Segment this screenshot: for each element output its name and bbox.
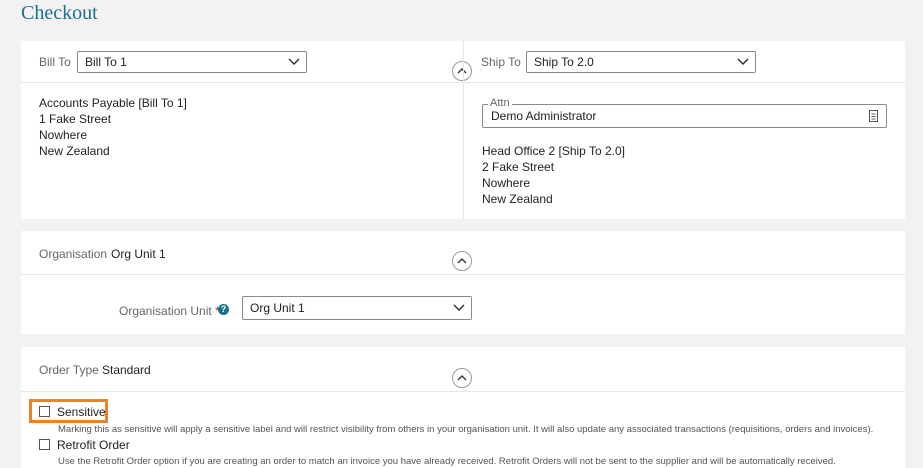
organisation-label: Organisation bbox=[39, 247, 108, 261]
bill-to-address-line: 1 Fake Street bbox=[39, 112, 112, 126]
chevron-down-icon bbox=[453, 304, 465, 312]
order-type-label: Order Type bbox=[39, 363, 99, 377]
order-type-panel: Order Type Standard Sensitive Marking th… bbox=[21, 347, 905, 468]
attn-value: Demo Administrator bbox=[491, 109, 597, 123]
sensitive-label[interactable]: Sensitive bbox=[57, 405, 106, 419]
bill-to-label: Bill To bbox=[39, 55, 71, 69]
bill-to-address-line: Nowhere bbox=[39, 128, 88, 142]
contact-card-icon[interactable] bbox=[869, 110, 878, 122]
ship-to-select[interactable]: Ship To 2.0 bbox=[526, 51, 756, 73]
organisation-unit-select[interactable]: Org Unit 1 bbox=[242, 296, 472, 320]
collapse-address-button[interactable] bbox=[452, 61, 472, 81]
chevron-down-icon bbox=[288, 58, 300, 66]
organisation-unit-label-text: Organisation Unit bbox=[119, 304, 212, 318]
ship-to-select-value: Ship To 2.0 bbox=[534, 55, 594, 69]
collapse-organisation-button[interactable] bbox=[452, 251, 472, 271]
address-panel: Bill To Bill To 1 Ship To Ship To 2.0 Ac… bbox=[21, 41, 905, 219]
retrofit-help-text: Use the Retrofit Order option if you are… bbox=[58, 456, 836, 467]
address-divider bbox=[463, 41, 464, 219]
order-type-value: Standard bbox=[102, 363, 151, 377]
organisation-value: Org Unit 1 bbox=[111, 247, 166, 261]
ship-to-address-line: New Zealand bbox=[482, 192, 553, 206]
organisation-unit-label: Organisation Unit * bbox=[119, 304, 220, 318]
sensitive-checkbox[interactable] bbox=[39, 406, 50, 417]
chevron-down-icon bbox=[737, 58, 749, 66]
collapse-order-type-button[interactable] bbox=[452, 368, 472, 388]
ship-to-label: Ship To bbox=[481, 55, 521, 69]
ship-to-address-line: Head Office 2 [Ship To 2.0] bbox=[482, 144, 625, 158]
ship-to-address-line: Nowhere bbox=[482, 176, 531, 190]
organisation-header: Organisation Org Unit 1 bbox=[21, 231, 905, 275]
retrofit-checkbox[interactable] bbox=[39, 439, 50, 450]
chevron-up-icon bbox=[457, 68, 467, 74]
bill-to-address-line: New Zealand bbox=[39, 144, 110, 158]
page-title: Checkout bbox=[21, 2, 98, 24]
help-circle-icon[interactable]: ? bbox=[218, 304, 229, 315]
organisation-unit-select-value: Org Unit 1 bbox=[250, 301, 305, 315]
attn-label: Attn bbox=[488, 97, 512, 109]
bill-to-select-value: Bill To 1 bbox=[85, 55, 127, 69]
ship-to-address: Head Office 2 [Ship To 2.0] 2 Fake Stree… bbox=[482, 143, 625, 207]
retrofit-label[interactable]: Retrofit Order bbox=[57, 438, 130, 452]
chevron-up-icon bbox=[457, 375, 467, 381]
bill-to-address-line: Accounts Payable [Bill To 1] bbox=[39, 96, 187, 110]
ship-to-address-line: 2 Fake Street bbox=[482, 160, 555, 174]
sensitive-help-text: Marking this as sensitive will apply a s… bbox=[58, 424, 874, 435]
bill-to-select[interactable]: Bill To 1 bbox=[77, 51, 307, 73]
bill-to-address: Accounts Payable [Bill To 1] 1 Fake Stre… bbox=[39, 95, 187, 159]
organisation-panel: Organisation Org Unit 1 Organisation Uni… bbox=[21, 231, 905, 334]
chevron-up-icon bbox=[457, 258, 467, 264]
attn-field[interactable]: Attn Demo Administrator bbox=[482, 97, 887, 128]
order-type-header: Order Type Standard bbox=[21, 347, 905, 392]
